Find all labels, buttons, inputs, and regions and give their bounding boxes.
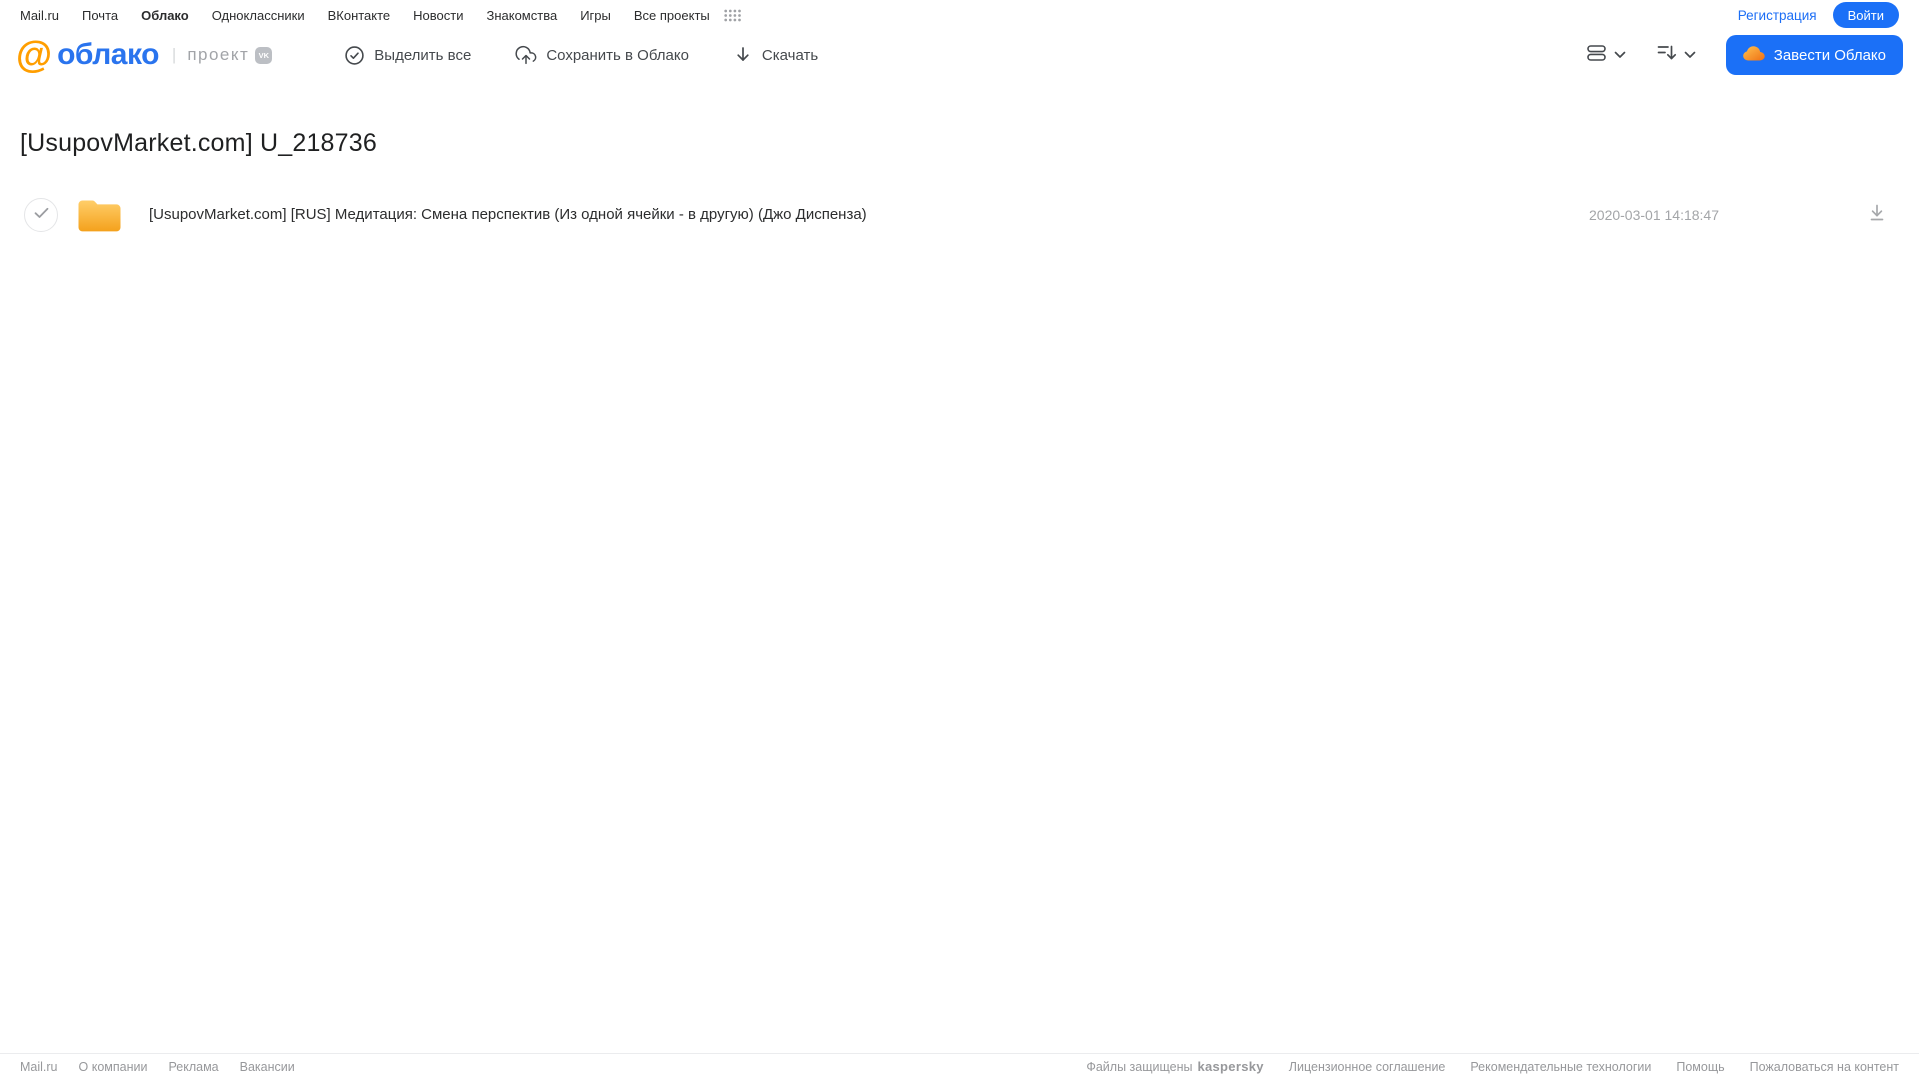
save-to-cloud-button[interactable]: Сохранить в Облако: [515, 45, 689, 66]
portal-link-all-projects[interactable]: Все проекты: [634, 8, 710, 23]
get-cloud-label: Завести Облако: [1773, 46, 1886, 64]
view-mode-icon: [1586, 43, 1607, 68]
row-checkbox[interactable]: [24, 197, 58, 232]
kaspersky-logo[interactable]: kaspersky: [1197, 1059, 1263, 1074]
portal-link-cloud[interactable]: Облако: [141, 8, 189, 23]
header-right: Завести Облако: [1586, 35, 1903, 75]
download-icon: [733, 45, 753, 65]
logo-divider: |: [171, 45, 177, 64]
row-download-icon: [1867, 203, 1887, 226]
portal-link-mailru[interactable]: Mail.ru: [20, 8, 59, 23]
file-date: 2020-03-01 14:18:47: [1589, 206, 1719, 223]
save-to-cloud-label: Сохранить в Облако: [546, 46, 689, 64]
mailru-at-icon: @: [16, 34, 53, 75]
footer-link-ads[interactable]: Реклама: [168, 1060, 218, 1074]
logo-text: облако: [57, 38, 159, 71]
select-all-label: Выделить все: [374, 46, 472, 64]
footer-link-report[interactable]: Пожаловаться на контент: [1750, 1060, 1899, 1074]
portal-nav-auth: Регистрация Войти: [1738, 2, 1899, 28]
footer-link-about[interactable]: О компании: [79, 1060, 148, 1074]
protected-by-text: Файлы защищены: [1086, 1059, 1193, 1074]
footer-link-mailru[interactable]: Mail.ru: [20, 1060, 58, 1074]
main-content: [UsupovMarket.com] U_218736 [UsupovMarke…: [0, 80, 1919, 1053]
sort-icon: [1656, 43, 1677, 68]
row-checkbox-icon: [34, 206, 49, 224]
portal-link-odnoklassniki[interactable]: Одноклассники: [212, 8, 305, 23]
toolbar: Выделить все Сохранить в Облако Скачать: [344, 45, 818, 66]
footer-left-links: Mail.ru О компании Реклама Вакансии: [20, 1060, 295, 1074]
file-row[interactable]: [UsupovMarket.com] [RUS] Медитация: Смен…: [20, 189, 1899, 240]
protected-by: Файлы защищены kaspersky: [1086, 1059, 1263, 1074]
header: @ облако | проект VK Выделить все Сохран…: [0, 30, 1919, 80]
download-label: Скачать: [761, 46, 819, 64]
select-all-icon: [344, 45, 365, 66]
chevron-down-icon: [1684, 46, 1696, 64]
project-label: проект: [187, 45, 250, 64]
portal-link-games[interactable]: Игры: [580, 8, 611, 23]
row-download-button[interactable]: [1867, 203, 1887, 226]
portal-link-vkontakte[interactable]: ВКонтакте: [328, 8, 391, 23]
all-projects-grid-icon[interactable]: [724, 9, 741, 22]
login-button[interactable]: Войти: [1832, 2, 1899, 28]
portal-link-mail[interactable]: Почта: [82, 8, 118, 23]
save-to-cloud-icon: [515, 45, 537, 66]
portal-nav: Mail.ru Почта Облако Одноклассники ВКонт…: [0, 0, 1919, 30]
portal-nav-links: Mail.ru Почта Облако Одноклассники ВКонт…: [20, 8, 741, 23]
get-cloud-button[interactable]: Завести Облако: [1725, 35, 1903, 75]
get-cloud-icon: [1742, 45, 1765, 65]
view-mode-dropdown[interactable]: [1586, 43, 1626, 68]
footer-link-help[interactable]: Помощь: [1676, 1060, 1724, 1074]
page-title: [UsupovMarket.com] U_218736: [20, 129, 377, 157]
registration-link[interactable]: Регистрация: [1738, 8, 1817, 23]
cloud-logo[interactable]: @ облако | проект VK: [16, 34, 273, 75]
sort-dropdown[interactable]: [1656, 43, 1696, 68]
portal-link-dating[interactable]: Знакомства: [486, 8, 557, 23]
chevron-down-icon: [1614, 46, 1626, 64]
footer-link-recommendations[interactable]: Рекомендательные технологии: [1470, 1060, 1651, 1074]
footer-right-links: Файлы защищены kaspersky Лицензионное со…: [1086, 1059, 1899, 1074]
select-all-button[interactable]: Выделить все: [344, 45, 471, 66]
file-name-link[interactable]: [UsupovMarket.com] [RUS] Медитация: Смен…: [149, 206, 867, 223]
footer-link-jobs[interactable]: Вакансии: [240, 1060, 295, 1074]
page: Mail.ru Почта Облако Одноклассники ВКонт…: [0, 0, 1919, 1079]
portal-link-news[interactable]: Новости: [413, 8, 463, 23]
footer: Mail.ru О компании Реклама Вакансии Файл…: [0, 1053, 1919, 1079]
folder-icon[interactable]: [76, 195, 123, 234]
download-button[interactable]: Скачать: [733, 45, 818, 65]
vk-badge-icon: VK: [255, 46, 273, 64]
footer-link-license[interactable]: Лицензионное соглашение: [1289, 1060, 1446, 1074]
